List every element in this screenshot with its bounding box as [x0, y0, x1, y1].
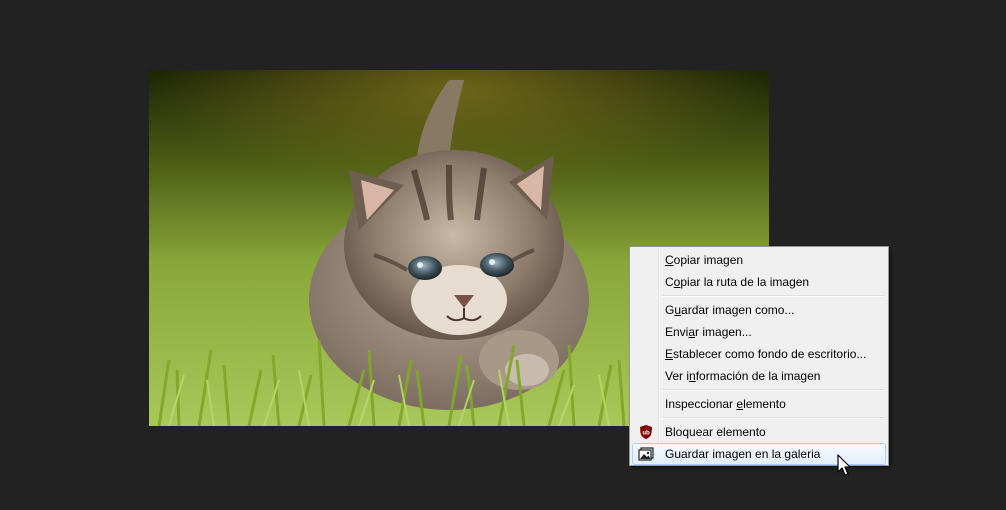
menu-item-label-post: piar la ruta de la imagen: [680, 275, 810, 289]
menu-item-label-post: formación de la imagen: [695, 369, 821, 383]
menu-item-label-pre: G: [665, 303, 675, 317]
menu-item-save-image-to-gallery[interactable]: Guardar imagen en la galeria: [632, 443, 886, 465]
menu-item-copy-image-path[interactable]: Copiar la ruta de la imagen: [632, 271, 886, 293]
menu-item-label-post: lemento: [743, 397, 786, 411]
gallery-image-icon: [638, 446, 654, 462]
menu-item-block-element[interactable]: ub Bloquear elemento: [632, 421, 886, 443]
menu-item-label-post: opiar imagen: [673, 253, 744, 267]
menu-item-inspect-element[interactable]: Inspeccionar elemento: [632, 393, 886, 415]
image-viewer: Copiar imagen Copiar la ruta de la image…: [0, 0, 1006, 510]
ublock-badge-text: ub: [642, 431, 650, 437]
menu-item-set-as-desktop-background[interactable]: Establecer como fondo de escritorio...: [632, 343, 886, 365]
menu-item-accesskey: E: [665, 347, 674, 361]
menu-item-accesskey: C: [665, 253, 674, 267]
ublock-shield-icon: ub: [638, 424, 654, 440]
menu-item-view-image-info[interactable]: Ver información de la imagen: [632, 365, 886, 387]
menu-item-label-pre: Ver i: [665, 369, 690, 383]
menu-item-label-pre: C: [665, 275, 674, 289]
menu-item-label-post: ardar imagen como...: [681, 303, 795, 317]
menu-item-label-pre: Inspeccionar: [665, 397, 737, 411]
menu-item-save-image-as[interactable]: Guardar imagen como...: [632, 299, 886, 321]
menu-item-accesskey: n: [689, 369, 696, 383]
menu-item-label: Bloquear elemento: [665, 425, 766, 439]
menu-item-send-image[interactable]: Enviar imagen...: [632, 321, 886, 343]
menu-item-copy-image[interactable]: Copiar imagen: [632, 249, 886, 271]
menu-item-label: Guardar imagen en la galeria: [665, 447, 821, 461]
menu-item-label-post: stablecer como fondo de escritorio...: [673, 347, 867, 361]
menu-item-label-pre: Envi: [665, 325, 689, 339]
menu-item-label-post: r imagen...: [695, 325, 752, 339]
context-menu: Copiar imagen Copiar la ruta de la image…: [629, 246, 889, 466]
